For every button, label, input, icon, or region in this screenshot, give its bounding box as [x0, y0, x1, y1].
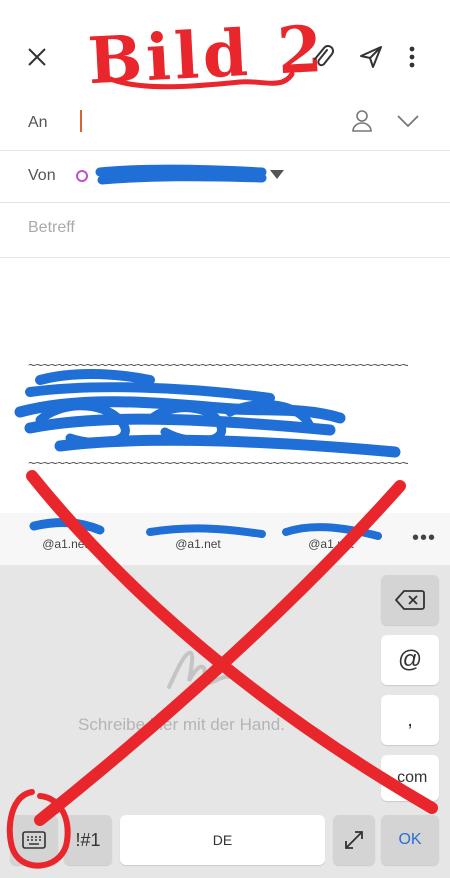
- annotation-title: Bild 2: [86, 11, 329, 100]
- suggestion-item[interactable]: @a1.net: [0, 519, 130, 551]
- suggestion-item[interactable]: @a1.net: [266, 519, 396, 551]
- dotcom-key[interactable]: .com: [381, 755, 439, 801]
- handwriting-keyboard: Schreibe hier mit der Hand. @ , .com !#1…: [0, 565, 450, 878]
- chevron-down-icon: [397, 115, 419, 128]
- more-suggestions-button[interactable]: •••: [412, 527, 436, 550]
- symbols-key[interactable]: !#1: [64, 815, 112, 865]
- backspace-key[interactable]: [381, 575, 439, 625]
- add-contact-button[interactable]: [348, 107, 376, 135]
- handwriting-hint: Schreibe hier mit der Hand.: [78, 715, 285, 734]
- suggestion-domain: @a1.net: [308, 537, 354, 551]
- backspace-icon: [395, 590, 425, 610]
- keyboard-icon: [22, 831, 46, 849]
- at-key[interactable]: @: [381, 635, 439, 685]
- from-label: Von: [28, 167, 56, 184]
- send-button[interactable]: [354, 40, 388, 74]
- signature-redacted-lines: [28, 375, 408, 453]
- subject-input[interactable]: [28, 219, 408, 237]
- send-icon: [360, 46, 382, 68]
- resize-icon: [345, 831, 363, 849]
- signature-divider-top: ~~~~~~~~~~~~~~~~~~~~~~~~~~~~~~~~~~~~~~~~…: [28, 357, 408, 373]
- suggestion-domain: @a1.net: [42, 537, 88, 551]
- close-button[interactable]: [20, 40, 54, 74]
- to-label: An: [28, 114, 48, 131]
- subject-field-row: [0, 202, 450, 258]
- space-key[interactable]: DE: [120, 815, 325, 865]
- more-vertical-icon: [409, 46, 415, 68]
- switch-keyboard-key[interactable]: [10, 815, 58, 865]
- to-field-row[interactable]: An: [0, 95, 450, 151]
- contact-suggestions-bar: @a1.net @a1.net @a1.net •••: [0, 513, 450, 565]
- expand-recipients-button[interactable]: [394, 107, 422, 135]
- account-color-dot: [76, 170, 88, 182]
- comma-key[interactable]: ,: [381, 695, 439, 745]
- text-cursor: [80, 110, 82, 132]
- suggestion-item[interactable]: @a1.net: [133, 519, 263, 551]
- attach-button[interactable]: [308, 40, 338, 74]
- resize-keyboard-key[interactable]: [333, 815, 375, 865]
- signature-block[interactable]: ~~~~~~~~~~~~~~~~~~~~~~~~~~~~~~~~~~~~~~~~…: [28, 355, 408, 473]
- suggestion-domain: @a1.net: [175, 537, 221, 551]
- more-options-button[interactable]: [398, 40, 426, 74]
- person-icon: [352, 110, 372, 132]
- paperclip-icon: [314, 45, 334, 67]
- handwriting-icon: [167, 651, 233, 689]
- ok-key[interactable]: OK: [381, 815, 439, 865]
- close-icon: [28, 48, 46, 66]
- signature-divider-bottom: ~~~~~~~~~~~~~~~~~~~~~~~~~~~~~~~~~~~~~~~~…: [28, 455, 408, 471]
- from-field-row[interactable]: Von: [0, 150, 450, 203]
- from-dropdown-icon[interactable]: [270, 170, 284, 179]
